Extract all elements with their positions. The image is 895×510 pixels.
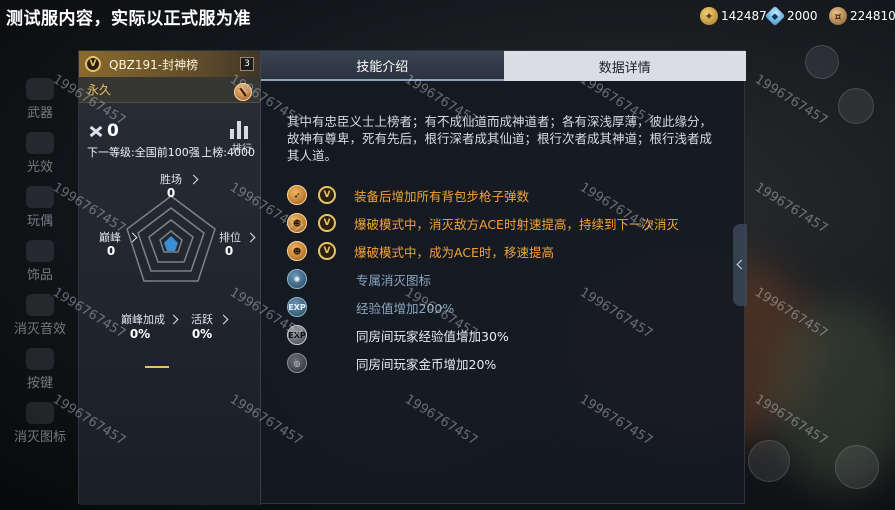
attribute-text: 经验值增加200%: [356, 300, 455, 316]
key-icon: [26, 348, 54, 370]
currency-coin: ¤ 224810: [829, 6, 895, 26]
light-effect-icon: [26, 132, 54, 154]
attribute-text: 爆破模式中，成为ACE时，移速提高: [354, 244, 554, 260]
currency-gold-value: 142487: [721, 9, 767, 23]
refresh-icon[interactable]: [748, 440, 790, 482]
tab-data-details[interactable]: 数据详情: [503, 51, 746, 81]
currency-diamond: ◆ 2000: [764, 5, 818, 27]
currency-diamond-value: 2000: [787, 9, 818, 23]
run-icon: ☻: [287, 241, 307, 261]
rank-up-text: 上榜:4000: [201, 146, 255, 159]
attribute-item: ◎ 同房间玩家金币增加20%: [287, 349, 727, 377]
v-badge-icon: V: [318, 214, 336, 232]
stat-rank-value: 0: [224, 244, 234, 258]
stat-wins-value: 0: [166, 186, 176, 200]
card-header: V QBZ191-封神榜 3: [79, 51, 260, 77]
tab-skill-intro[interactable]: 技能介绍: [261, 51, 504, 81]
attribute-item: ☻ V 爆破模式中，消灭敌方ACE时射速提高，持续到下一次消灭: [287, 209, 727, 237]
item-count: 3: [240, 57, 254, 71]
item-duration: 永久: [79, 77, 260, 103]
stat-rank-label: 排位: [219, 231, 241, 244]
next-tier-text: 下一等级:全国前100强: [87, 146, 200, 159]
nav-item-doll[interactable]: 玩偶: [0, 184, 80, 236]
attribute-item: ➶ V 装备后增加所有背包步枪子弹数: [287, 181, 727, 209]
attribute-text: 专属消灭图标: [356, 272, 432, 288]
collapse-panel-button[interactable]: [733, 224, 747, 306]
stats-radar: 胜场 0 巅峰 0 排位 0 巅峰加成 0% 活跃 0%: [79, 163, 261, 393]
skill-description: 其中有忠臣义士上榜者；有不成仙道而成神道者；各有深浅厚薄，彼此缘分，故神有尊卑，…: [287, 114, 713, 163]
stat-peak-label: 巅峰: [99, 231, 121, 244]
doll-icon: [26, 186, 54, 208]
medal-icon: [234, 83, 252, 101]
v-badge-icon: V: [85, 56, 101, 72]
leaderboard-icon[interactable]: [228, 117, 250, 139]
item-detail-panel: V QBZ191-封神榜 3 永久 0 排行 下一等级:全国前100强 上榜:4…: [78, 50, 746, 505]
player-mode-icon[interactable]: [838, 88, 874, 124]
v-badge-icon: V: [318, 186, 336, 204]
next-tier-row: 下一等级:全国前100强 上榜:4000: [87, 144, 255, 160]
kill-count-value: 0: [107, 121, 119, 141]
exp-icon: EXP: [287, 297, 307, 317]
gold-coin-icon: ✦: [700, 7, 718, 25]
kill-mark-icon: [26, 402, 54, 424]
ace-icon: ☻: [287, 213, 307, 233]
stat-wins-label: 胜场: [160, 173, 182, 186]
left-nav: 武器 光效 玩偶 饰品 消灭音效 按键 消灭图标: [0, 30, 80, 510]
attribute-text: 爆破模式中，消灭敌方ACE时射速提高，持续到下一次消灭: [354, 216, 679, 232]
exp-icon: EXP: [287, 325, 307, 345]
item-card: V QBZ191-封神榜 3 永久 0 排行 下一等级:全国前100强 上榜:4…: [79, 51, 261, 505]
detail-tabs: 技能介绍 数据详情: [261, 51, 746, 81]
currency-gold: ✦ 142487: [700, 6, 767, 26]
currency-coin-value: 224810: [850, 9, 895, 23]
coin-icon: ¤: [829, 7, 847, 25]
attribute-text: 装备后增加所有背包步枪子弹数: [354, 188, 530, 204]
bullet-icon: ➶: [287, 185, 307, 205]
accessory-icon: [26, 240, 54, 262]
stat-peak-value: 0: [106, 244, 116, 258]
crossed-swords-icon: [87, 122, 105, 140]
nav-item-kill-icon[interactable]: 消灭图标: [0, 400, 80, 452]
stat-active-label: 活跃: [191, 313, 213, 326]
page-indicator: [145, 366, 169, 368]
weapon-icon: [26, 78, 54, 100]
page-title: 测试服内容，实际以正式服为准: [6, 9, 251, 29]
nav-item-accessory[interactable]: 饰品: [0, 238, 80, 290]
item-name: QBZ191-封神榜: [109, 57, 199, 72]
stat-active-value: 0%: [191, 327, 213, 341]
nav-item-light[interactable]: 光效: [0, 130, 80, 182]
settings-icon[interactable]: [805, 45, 839, 79]
attribute-item: ✺ 专属消灭图标: [287, 265, 727, 293]
v-badge-icon: V: [318, 242, 336, 260]
nav-item-weapon[interactable]: 武器: [0, 76, 80, 128]
nav-item-keys[interactable]: 按键: [0, 346, 80, 398]
sound-icon: [26, 294, 54, 316]
kill-mark-icon: ✺: [287, 269, 307, 289]
attribute-list: ➶ V 装备后增加所有背包步枪子弹数 ☻ V 爆破模式中，消灭敌方ACE时射速提…: [287, 181, 727, 377]
diamond-icon: ◆: [764, 5, 786, 27]
attribute-item: EXP 同房间玩家经验值增加30%: [287, 321, 727, 349]
vehicle-icon[interactable]: [835, 445, 879, 489]
attribute-text: 同房间玩家经验值增加30%: [356, 328, 509, 344]
attribute-item: EXP 经验值增加200%: [287, 293, 727, 321]
stat-peak-bonus-value: 0%: [129, 327, 151, 341]
attribute-item: ☻ V 爆破模式中，成为ACE时，移速提高: [287, 237, 727, 265]
nav-item-kill-sound[interactable]: 消灭音效: [0, 292, 80, 344]
attribute-text: 同房间玩家金币增加20%: [356, 356, 497, 372]
kill-count: 0: [87, 121, 119, 141]
coin-icon: ◎: [287, 353, 307, 373]
stat-peak-bonus-label: 巅峰加成: [121, 313, 165, 326]
